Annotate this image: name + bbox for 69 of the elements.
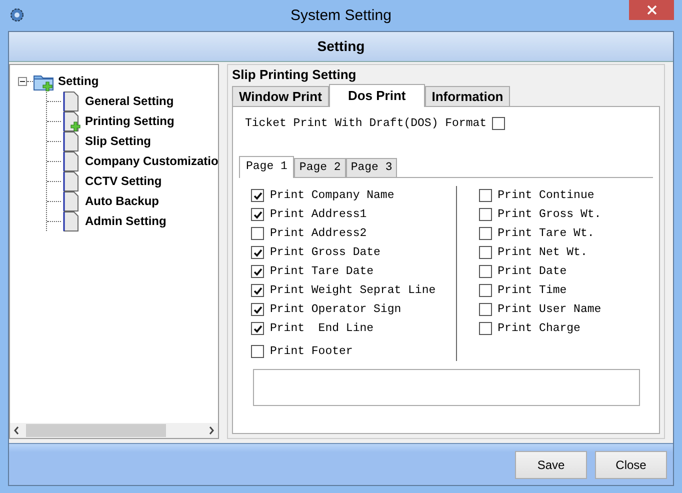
checkbox-label: Print Address1 bbox=[270, 207, 367, 224]
tree-item[interactable]: Slip Setting bbox=[81, 132, 151, 150]
horizontal-scrollbar[interactable] bbox=[10, 423, 218, 438]
expand-toggle[interactable] bbox=[18, 76, 27, 86]
dialog-button[interactable]: Close bbox=[595, 450, 667, 478]
tab[interactable]: Information bbox=[424, 86, 510, 106]
tree-item[interactable]: Admin Setting bbox=[81, 212, 166, 230]
checkbox[interactable] bbox=[251, 345, 264, 358]
window-title: System Setting bbox=[290, 6, 392, 26]
page-icon bbox=[61, 130, 81, 152]
checkbox-label: Print Continue bbox=[498, 188, 594, 204]
checkbox-label: Print Net Wt. bbox=[498, 245, 588, 262]
checkbox-label: Print User Name bbox=[498, 302, 602, 318]
page-icon bbox=[61, 190, 81, 212]
tab[interactable]: Window Print bbox=[232, 86, 329, 106]
checkbox[interactable] bbox=[251, 189, 264, 202]
header-title: Setting bbox=[317, 37, 365, 56]
checkbox[interactable] bbox=[251, 265, 264, 278]
footer-text-field[interactable] bbox=[253, 369, 640, 406]
close-icon bbox=[646, 5, 656, 15]
checkbox[interactable] bbox=[251, 303, 264, 316]
dialog-button[interactable]: Save bbox=[515, 450, 587, 478]
page-icon bbox=[61, 90, 81, 112]
checkbox-label: Print Date bbox=[498, 264, 567, 280]
gear-icon bbox=[9, 7, 25, 23]
checkbox[interactable] bbox=[478, 265, 492, 278]
checkbox-label: Ticket Print With Draft(DOS) Format bbox=[245, 116, 487, 132]
tab[interactable]: Dos Print bbox=[328, 84, 425, 107]
checkbox[interactable] bbox=[251, 227, 264, 240]
tab[interactable]: Page 1 bbox=[239, 156, 294, 178]
checkbox[interactable] bbox=[478, 246, 492, 260]
checkbox[interactable] bbox=[478, 303, 492, 316]
scroll-thumb[interactable] bbox=[26, 424, 166, 437]
checkbox-label: Print Tare Wt. bbox=[498, 226, 594, 242]
checkbox[interactable] bbox=[251, 246, 264, 260]
group-title: Slip Printing Setting bbox=[232, 67, 358, 83]
checkbox-label: Print Footer bbox=[270, 344, 353, 360]
tab[interactable]: Page 3 bbox=[346, 158, 398, 178]
tab[interactable]: Page 2 bbox=[294, 158, 346, 178]
page-icon bbox=[61, 150, 81, 172]
page-icon bbox=[61, 170, 81, 192]
checkbox[interactable] bbox=[478, 322, 492, 336]
checkbox[interactable] bbox=[492, 117, 505, 130]
checkbox-label: Print Time bbox=[498, 283, 567, 300]
checkbox[interactable] bbox=[478, 227, 492, 240]
checkbox-label: Print Tare Date bbox=[270, 264, 374, 280]
checkbox[interactable] bbox=[251, 284, 264, 298]
checkbox-label: Print Gross Wt. bbox=[498, 207, 602, 224]
checkbox-label: Print Charge bbox=[498, 321, 580, 338]
tree-item[interactable]: Company Customizatio bbox=[81, 152, 218, 170]
checkbox[interactable] bbox=[251, 208, 264, 222]
checkbox[interactable] bbox=[478, 284, 492, 298]
checkbox-label: Print Weight Seprat Line bbox=[270, 283, 436, 300]
checkbox-label: Print Operator Sign bbox=[270, 302, 402, 318]
checkbox[interactable] bbox=[478, 208, 492, 222]
tree-item[interactable]: Printing Setting bbox=[81, 112, 174, 130]
page-icon bbox=[61, 210, 81, 232]
tree-item[interactable]: General Setting bbox=[81, 92, 174, 110]
checkbox[interactable] bbox=[251, 322, 264, 336]
checkbox-label: Print Address2 bbox=[270, 226, 367, 242]
tree-item[interactable]: Setting bbox=[54, 72, 99, 90]
page-add-icon bbox=[61, 110, 81, 132]
close-button[interactable] bbox=[629, 0, 674, 20]
checkbox[interactable] bbox=[478, 189, 492, 202]
checkbox-label: Print Gross Date bbox=[270, 245, 380, 262]
checkbox-label: Print Company Name bbox=[270, 188, 394, 204]
checkbox-label: Print End Line bbox=[270, 321, 374, 338]
tree-item[interactable]: CCTV Setting bbox=[81, 172, 162, 190]
tree-item[interactable]: Auto Backup bbox=[81, 192, 160, 210]
